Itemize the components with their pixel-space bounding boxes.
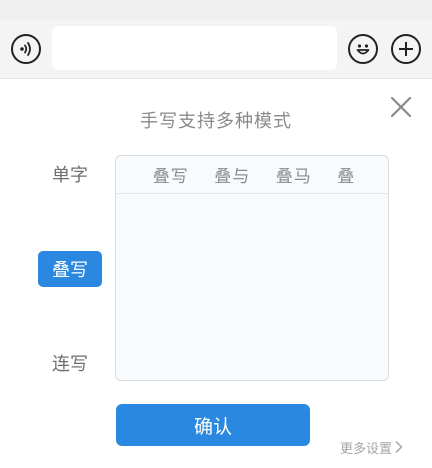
handwriting-demo-area: 叠写 叠与 叠马 叠 bbox=[115, 155, 389, 381]
emoji-button[interactable] bbox=[348, 34, 378, 64]
more-settings-link[interactable]: 更多设置 bbox=[340, 437, 403, 457]
close-icon bbox=[390, 96, 412, 118]
message-input[interactable] bbox=[52, 26, 337, 70]
app-root: 手写支持多种模式 单字 叠写 连写 叠写 叠与 叠马 叠 确认 更多设置 bbox=[0, 0, 432, 468]
voice-icon bbox=[20, 42, 31, 56]
more-button[interactable] bbox=[391, 34, 421, 64]
confirm-button[interactable]: 确认 bbox=[116, 404, 310, 446]
mode-single-char[interactable]: 单字 bbox=[38, 156, 102, 192]
demo-sample: 叠 bbox=[337, 167, 356, 187]
plus-icon bbox=[399, 42, 413, 56]
demo-sample: 叠写 bbox=[152, 167, 189, 187]
demo-sample: 叠与 bbox=[214, 167, 251, 187]
handwriting-mode-panel: 手写支持多种模式 单字 叠写 连写 叠写 叠与 叠马 叠 确认 更多设置 bbox=[0, 79, 432, 468]
panel-title: 手写支持多种模式 bbox=[140, 111, 292, 132]
top-status-strip bbox=[0, 0, 432, 20]
mode-continuous-write[interactable]: 连写 bbox=[38, 345, 102, 381]
chevron-right-icon bbox=[395, 441, 403, 453]
demo-sample: 叠马 bbox=[275, 167, 312, 187]
more-settings-label: 更多设置 bbox=[340, 441, 393, 457]
close-button[interactable] bbox=[388, 94, 414, 120]
voice-button[interactable] bbox=[11, 34, 41, 64]
demo-sample-row: 叠写 叠与 叠马 叠 bbox=[116, 156, 388, 194]
mode-overlap-write[interactable]: 叠写 bbox=[38, 251, 102, 287]
emoji-icon bbox=[356, 44, 370, 55]
chat-input-bar bbox=[0, 20, 432, 79]
